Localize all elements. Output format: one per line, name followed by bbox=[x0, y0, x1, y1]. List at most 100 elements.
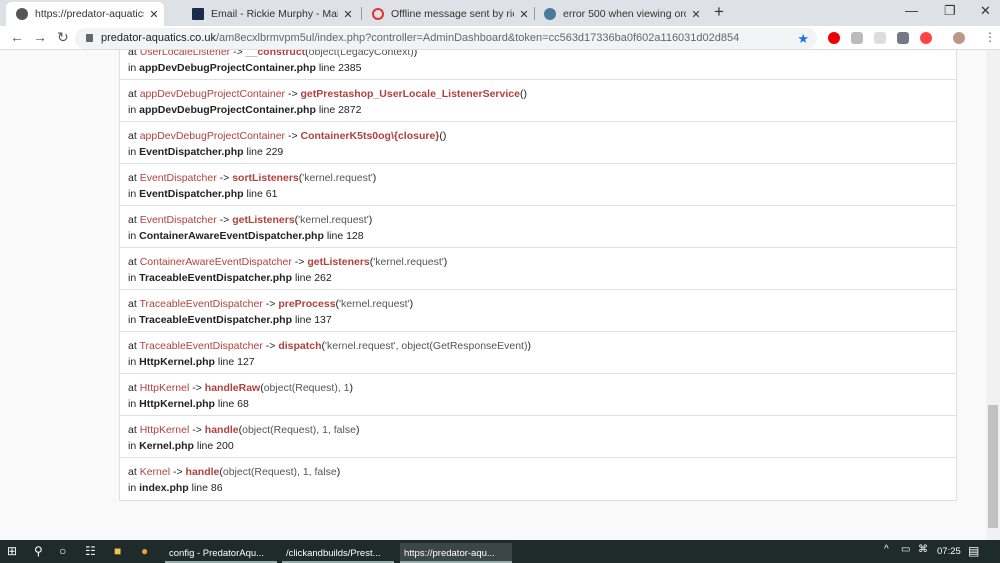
trace-line: line 61 bbox=[246, 188, 278, 200]
trace-row: at TraceableEventDispatcher -> preProces… bbox=[120, 290, 956, 332]
trace-class: appDevDebugProjectContainer bbox=[139, 88, 286, 100]
close-icon[interactable]: ✕ bbox=[338, 8, 358, 21]
chrome-icon[interactable]: ● bbox=[141, 544, 148, 558]
trace-args: 'kernel.request', object(GetResponseEven… bbox=[325, 340, 528, 352]
trace-function: handle bbox=[185, 466, 220, 478]
trace-args: object(Request), 1 bbox=[263, 382, 350, 394]
close-icon[interactable]: ✕ bbox=[514, 8, 534, 21]
trace-line: line 128 bbox=[326, 230, 364, 242]
stack-trace: at UserLocaleListener -> __construct(obj… bbox=[119, 50, 957, 501]
browser-toolbar: ← → ↻ predator-aquatics.co.uk/am8ecxlbrm… bbox=[0, 26, 1000, 50]
trace-file: index.php bbox=[139, 482, 189, 494]
trace-function: dispatch bbox=[278, 340, 322, 352]
scrollbar[interactable] bbox=[986, 50, 1000, 540]
globe-icon bbox=[16, 8, 28, 20]
trace-file: TraceableEventDispatcher.php bbox=[139, 272, 293, 284]
tab-predator[interactable]: https://predator-aquatics.co.uk/a✕ bbox=[6, 2, 164, 26]
minimize-button[interactable]: — bbox=[905, 3, 918, 18]
taskbar-item-chrome[interactable]: https://predator-aqu... bbox=[400, 543, 512, 563]
forward-button[interactable]: → bbox=[33, 29, 47, 45]
close-icon[interactable]: ✕ bbox=[686, 8, 706, 21]
taskbar-item-config[interactable]: config - PredatorAqu... bbox=[165, 543, 277, 563]
scrollbar-thumb[interactable] bbox=[988, 405, 998, 528]
trace-class: Kernel bbox=[139, 466, 171, 478]
extension-icon[interactable] bbox=[897, 32, 909, 44]
taskbar-item-notepad[interactable]: /clickandbuilds/Prest... bbox=[282, 543, 394, 563]
trace-function: getListeners bbox=[307, 256, 370, 268]
trace-line: line 200 bbox=[196, 440, 234, 452]
trace-line: line 2385 bbox=[318, 62, 362, 74]
trace-line: line 86 bbox=[191, 482, 223, 494]
trace-function: getListeners bbox=[232, 214, 295, 226]
extension-icon[interactable] bbox=[874, 32, 886, 44]
trace-class: HttpKernel bbox=[139, 382, 190, 394]
trace-args: 'kernel.request' bbox=[302, 172, 373, 184]
extension-target-icon[interactable] bbox=[920, 32, 932, 44]
trace-function: sortListeners bbox=[232, 172, 299, 184]
tab-email[interactable]: Email - Rickie Murphy - Mail Basi✕ bbox=[182, 2, 358, 26]
trace-class: EventDispatcher bbox=[139, 214, 217, 226]
mail-icon bbox=[192, 8, 204, 20]
page-content: at UserLocaleListener -> __construct(obj… bbox=[0, 50, 986, 540]
trace-row: at appDevDebugProjectContainer -> getPre… bbox=[120, 80, 956, 122]
trace-file: HttpKernel.php bbox=[139, 356, 215, 368]
chat-icon bbox=[372, 8, 384, 20]
opera-extension-icon[interactable] bbox=[828, 32, 840, 44]
trace-line: line 68 bbox=[217, 398, 249, 410]
windows-start-icon[interactable]: ⊞ bbox=[7, 544, 17, 558]
trace-class: TraceableEventDispatcher bbox=[139, 298, 263, 310]
bookmark-star-icon[interactable]: ★ bbox=[797, 28, 809, 49]
trace-args: object(LegacyContext) bbox=[308, 50, 414, 58]
trace-row: at EventDispatcher -> sortListeners('ker… bbox=[120, 164, 956, 206]
avatar[interactable] bbox=[953, 32, 965, 44]
trace-class: EventDispatcher bbox=[139, 172, 217, 184]
tab-offline-message[interactable]: Offline message sent by rickie m✕ bbox=[362, 2, 534, 26]
trace-args: 'kernel.request' bbox=[298, 214, 369, 226]
trace-function: preProcess bbox=[278, 298, 336, 310]
trace-row: at TraceableEventDispatcher -> dispatch(… bbox=[120, 332, 956, 374]
trace-file: Kernel.php bbox=[139, 440, 194, 452]
restore-button[interactable]: ❐ bbox=[944, 3, 956, 19]
trace-function: handle bbox=[204, 424, 239, 436]
trace-row: at UserLocaleListener -> __construct(obj… bbox=[120, 50, 956, 80]
trace-function: __construct bbox=[245, 50, 306, 58]
extension-icon[interactable] bbox=[851, 32, 863, 44]
trace-args: 'kernel.request' bbox=[339, 298, 410, 310]
trace-row: at EventDispatcher -> getListeners('kern… bbox=[120, 206, 956, 248]
tab-error-500[interactable]: error 500 when viewing orders a✕ bbox=[534, 2, 706, 26]
trace-args: object(Request), 1, false bbox=[222, 466, 337, 478]
network-icon[interactable]: ⌘ bbox=[918, 544, 928, 555]
trace-class: HttpKernel bbox=[139, 424, 190, 436]
trace-line: line 2872 bbox=[318, 104, 362, 116]
cortana-icon[interactable]: ○ bbox=[59, 544, 66, 558]
trace-class: appDevDebugProjectContainer bbox=[139, 130, 286, 142]
trace-file: HttpKernel.php bbox=[139, 398, 215, 410]
search-icon[interactable]: ⚲ bbox=[34, 544, 43, 558]
menu-icon[interactable]: ⋮ bbox=[984, 30, 996, 44]
trace-row: at Kernel -> handle(object(Request), 1, … bbox=[128, 466, 341, 494]
back-button[interactable]: ← bbox=[10, 29, 24, 45]
battery-icon[interactable]: ▭ bbox=[901, 544, 910, 555]
prestashop-icon bbox=[544, 8, 556, 20]
task-view-icon[interactable]: ☷ bbox=[85, 544, 96, 558]
trace-function: handleRaw bbox=[204, 382, 261, 394]
reload-button[interactable]: ↻ bbox=[57, 29, 69, 46]
trace-row: at HttpKernel -> handleRaw(object(Reques… bbox=[120, 374, 956, 416]
address-bar[interactable]: predator-aquatics.co.uk/am8ecxlbrmvpm5ul… bbox=[75, 28, 817, 49]
notifications-icon[interactable]: ▤ bbox=[968, 544, 979, 558]
lock-icon bbox=[86, 34, 93, 42]
trace-file: EventDispatcher.php bbox=[139, 188, 244, 200]
trace-file: EventDispatcher.php bbox=[139, 146, 244, 158]
trace-function: ContainerK5ts0og\{closure} bbox=[300, 130, 440, 142]
taskbar: ⊞ ⚲ ○ ☷ ■ ● config - PredatorAqu... /cli… bbox=[0, 540, 1000, 563]
new-tab-button[interactable]: + bbox=[714, 2, 724, 22]
close-icon[interactable]: ✕ bbox=[144, 8, 164, 21]
tab-bar: https://predator-aquatics.co.uk/a✕ Email… bbox=[0, 0, 1000, 26]
clock[interactable]: 07:25 bbox=[937, 546, 961, 557]
file-explorer-icon[interactable]: ■ bbox=[114, 544, 121, 558]
trace-args: 'kernel.request' bbox=[373, 256, 444, 268]
close-window-button[interactable]: ✕ bbox=[980, 3, 991, 19]
trace-row: at ContainerAwareEventDispatcher -> getL… bbox=[120, 248, 956, 290]
trace-file: appDevDebugProjectContainer.php bbox=[139, 62, 316, 74]
chevron-up-icon[interactable]: ^ bbox=[884, 544, 889, 555]
